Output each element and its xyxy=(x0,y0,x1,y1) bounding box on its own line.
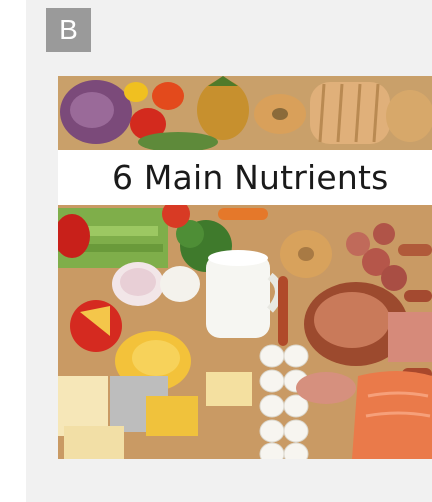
nutrients-photo: 6 Main Nutrients xyxy=(58,76,432,459)
food-illustration xyxy=(58,76,432,459)
figure-title-band: 6 Main Nutrients xyxy=(58,150,432,205)
figure-title: 6 Main Nutrients xyxy=(112,158,389,197)
section-label-badge: B xyxy=(46,8,91,52)
